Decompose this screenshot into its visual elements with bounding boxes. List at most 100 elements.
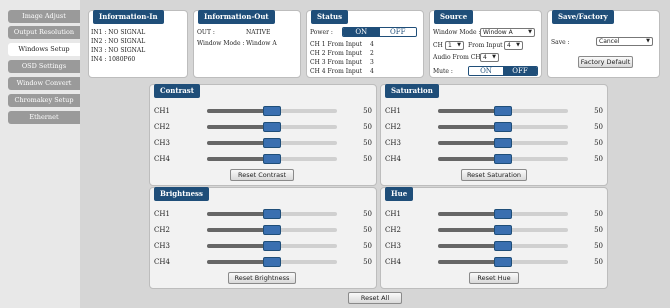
nav-item-osd-settings[interactable]: OSD Settings (8, 60, 80, 73)
slider-value: 50 (594, 155, 603, 163)
slider-thumb[interactable] (263, 241, 281, 251)
from-input-label: From Input (468, 42, 503, 49)
slider-thumb[interactable] (263, 106, 281, 116)
slider-value: 50 (594, 123, 603, 131)
chevron-down-icon: ▼ (457, 42, 461, 48)
source-panel: Source Window Mode : Window A ▼ CH 1 ▼ F… (429, 10, 542, 78)
saturation-slider-ch4[interactable] (438, 154, 568, 164)
nav-item-output-resolution[interactable]: Output Resolution (8, 26, 80, 39)
power-off-option[interactable]: OFF (379, 28, 416, 36)
information-out-panel: Information-Out OUT : NATIVE Window Mode… (193, 10, 301, 78)
slider-value: 50 (594, 139, 603, 147)
reset-contrast-button[interactable]: Reset Contrast (230, 169, 294, 181)
saturation-row-ch4: CH4 50 (385, 153, 605, 165)
left-nav: Image Adjust Output Resolution Windows S… (0, 0, 80, 308)
channel-label: CH3 (385, 139, 401, 147)
mute-toggle[interactable]: ON OFF (468, 66, 538, 76)
slider-thumb[interactable] (263, 138, 281, 148)
nav-item-windows-setup[interactable]: Windows Setup (8, 43, 80, 56)
audio-from-ch-select[interactable]: 4 ▼ (480, 53, 499, 62)
contrast-slider-ch2[interactable] (207, 122, 337, 132)
channel-label: CH2 (385, 123, 401, 131)
channel-label: CH3 (154, 242, 170, 250)
nav-item-image-adjust[interactable]: Image Adjust (8, 10, 80, 23)
brightness-row-ch2: CH2 50 (154, 224, 374, 236)
contrast-slider-ch1[interactable] (207, 106, 337, 116)
brightness-slider-ch4[interactable] (207, 257, 337, 267)
slider-thumb[interactable] (494, 241, 512, 251)
power-label: Power : (310, 29, 333, 36)
hue-slider-ch4[interactable] (438, 257, 568, 267)
ch3-from-input-value: 3 (370, 59, 374, 66)
saturation-slider-ch2[interactable] (438, 122, 568, 132)
contrast-row-ch2: CH2 50 (154, 121, 374, 133)
slider-value: 50 (594, 226, 603, 234)
slider-thumb[interactable] (263, 257, 281, 267)
brightness-row-ch3: CH3 50 (154, 240, 374, 252)
slider-thumb[interactable] (263, 122, 281, 132)
slider-value: 50 (363, 226, 372, 234)
save-label: Save : (551, 39, 570, 46)
slider-thumb[interactable] (263, 225, 281, 235)
nav-item-window-convert[interactable]: Window Convert (8, 77, 80, 90)
channel-label: CH1 (154, 210, 170, 218)
slider-thumb[interactable] (494, 138, 512, 148)
window-mode-select[interactable]: Window A ▼ (480, 28, 535, 37)
chevron-down-icon: ▼ (516, 42, 520, 48)
hue-slider-ch1[interactable] (438, 209, 568, 219)
audio-from-ch-select-value: 4 (483, 54, 487, 61)
contrast-title: Contrast (154, 84, 200, 98)
contrast-slider-ch4[interactable] (207, 154, 337, 164)
information-in-title: Information-In (93, 10, 164, 24)
from-input-select[interactable]: 4 ▼ (504, 41, 523, 50)
reset-all-button[interactable]: Reset All (348, 292, 402, 304)
brightness-slider-ch3[interactable] (207, 241, 337, 251)
save-select[interactable]: Cancel ▼ (596, 37, 653, 46)
slider-value: 50 (363, 107, 372, 115)
mute-on-option[interactable]: ON (469, 67, 503, 75)
slider-thumb[interactable] (494, 122, 512, 132)
ch-select[interactable]: 1 ▼ (445, 41, 464, 50)
slider-value: 50 (363, 258, 372, 266)
hue-slider-ch2[interactable] (438, 225, 568, 235)
slider-thumb[interactable] (494, 209, 512, 219)
saturation-title: Saturation (385, 84, 439, 98)
saturation-slider-ch3[interactable] (438, 138, 568, 148)
nav-item-chromakey-setup[interactable]: Chromakey Setup (8, 94, 80, 107)
brightness-slider-ch2[interactable] (207, 225, 337, 235)
slider-thumb[interactable] (494, 257, 512, 267)
brightness-row-ch4: CH4 50 (154, 256, 374, 268)
input-status-2: IN2 : NO SIGNAL (91, 38, 146, 45)
channel-label: CH3 (385, 242, 401, 250)
reset-hue-button[interactable]: Reset Hue (469, 272, 519, 284)
brightness-slider-ch1[interactable] (207, 209, 337, 219)
reset-brightness-button[interactable]: Reset Brightness (228, 272, 296, 284)
contrast-row-ch4: CH4 50 (154, 153, 374, 165)
slider-thumb[interactable] (263, 209, 281, 219)
hue-row-ch2: CH2 50 (385, 224, 605, 236)
brightness-panel: Brightness CH1 50 CH2 50 CH3 50 CH4 50 Reset… (149, 187, 377, 289)
nav-item-ethernet[interactable]: Ethernet (8, 111, 80, 124)
slider-thumb[interactable] (494, 225, 512, 235)
power-on-option[interactable]: ON (343, 28, 380, 36)
ch4-from-input-label: CH 4 From Input (310, 68, 363, 75)
source-title: Source (434, 10, 474, 24)
slider-value: 50 (594, 258, 603, 266)
source-window-mode-label: Window Mode : (433, 29, 481, 36)
channel-label: CH2 (385, 226, 401, 234)
ch3-from-input-label: CH 3 From Input (310, 59, 363, 66)
mute-off-option[interactable]: OFF (503, 67, 537, 75)
hue-slider-ch3[interactable] (438, 241, 568, 251)
chevron-down-icon: ▼ (646, 38, 650, 44)
ch-label: CH (433, 42, 443, 49)
saturation-slider-ch1[interactable] (438, 106, 568, 116)
reset-saturation-button[interactable]: Reset Saturation (461, 169, 527, 181)
ch1-from-input-label: CH 1 From Input (310, 41, 363, 48)
contrast-slider-ch3[interactable] (207, 138, 337, 148)
factory-default-button[interactable]: Factory Default (578, 56, 633, 68)
slider-value: 50 (594, 210, 603, 218)
power-toggle[interactable]: ON OFF (342, 27, 417, 37)
slider-thumb[interactable] (263, 154, 281, 164)
slider-thumb[interactable] (494, 106, 512, 116)
slider-thumb[interactable] (494, 154, 512, 164)
